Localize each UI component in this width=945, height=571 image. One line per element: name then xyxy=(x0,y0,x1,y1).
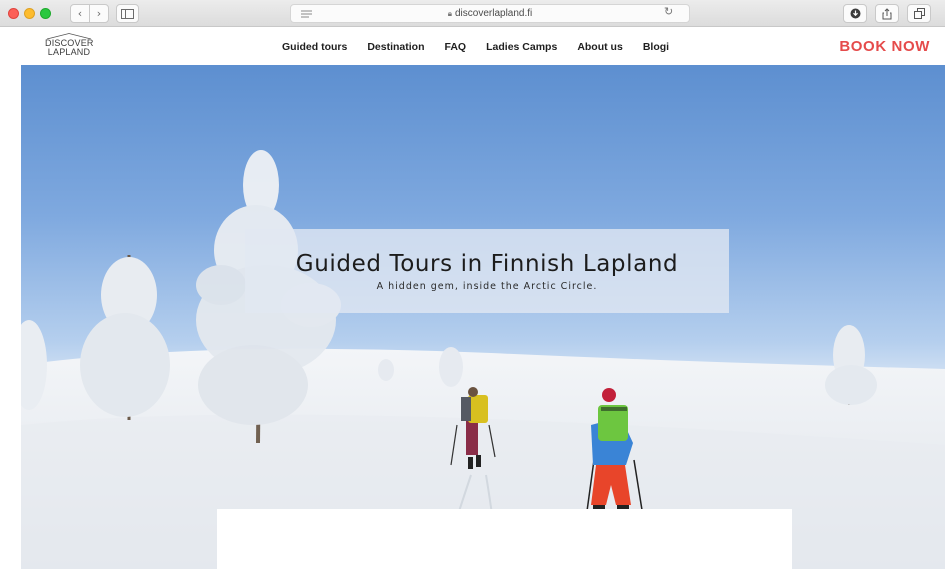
site-logo[interactable]: DISCOVER LAPLAND xyxy=(45,33,93,61)
browser-toolbar: ‹ › 🔒︎ discoverlapland.fi ↻ xyxy=(0,0,945,27)
maximize-window-button[interactable] xyxy=(40,8,51,19)
sidebar-toggle-button[interactable] xyxy=(116,4,139,23)
site-header: DISCOVER LAPLAND Guided tours Destinatio… xyxy=(21,28,945,65)
snowy-tree-left xyxy=(80,255,170,420)
sidebar-icon xyxy=(121,8,134,19)
nav-blogi[interactable]: Blogi xyxy=(643,41,669,53)
snowy-tree-right xyxy=(825,325,877,405)
content-card xyxy=(217,509,792,571)
url-text: discoverlapland.fi xyxy=(455,8,533,19)
reload-icon[interactable]: ↻ xyxy=(664,5,673,18)
share-icon xyxy=(882,7,892,19)
hero-caption-box: Guided Tours in Finnish Lapland A hidden… xyxy=(245,229,729,313)
hero-title: Guided Tours in Finnish Lapland xyxy=(295,251,679,277)
address-bar[interactable]: 🔒︎ discoverlapland.fi xyxy=(290,4,690,23)
nav-faq[interactable]: FAQ xyxy=(445,41,467,53)
main-menu: Guided tours Destination FAQ Ladies Camp… xyxy=(282,28,689,65)
lock-icon: 🔒︎ xyxy=(447,8,452,18)
minimize-window-button[interactable] xyxy=(24,8,35,19)
forward-button[interactable]: › xyxy=(89,4,109,23)
hero-banner: Guided Tours in Finnish Lapland A hidden… xyxy=(21,65,945,569)
nav-about-us[interactable]: About us xyxy=(577,41,623,53)
book-now-button[interactable]: BOOK NOW xyxy=(839,38,930,55)
reader-icon xyxy=(300,10,312,17)
hero-subtitle: A hidden gem, inside the Arctic Circle. xyxy=(376,281,598,292)
tabs-icon xyxy=(913,8,925,19)
logo-text-line2: LAPLAND xyxy=(47,47,91,57)
hero-landscape-image xyxy=(21,150,945,569)
nav-destination[interactable]: Destination xyxy=(367,41,424,53)
close-window-button[interactable] xyxy=(8,8,19,19)
reader-mode-button[interactable] xyxy=(299,4,313,23)
share-button[interactable] xyxy=(875,4,899,23)
back-button[interactable]: ‹ xyxy=(70,4,90,23)
tab-overview-button[interactable] xyxy=(907,4,931,23)
nav-ladies-camps[interactable]: Ladies Camps xyxy=(486,41,557,53)
download-icon xyxy=(850,8,860,19)
download-button[interactable] xyxy=(843,4,867,23)
nav-guided-tours[interactable]: Guided tours xyxy=(282,41,347,53)
mountain-logo-icon xyxy=(46,33,92,39)
